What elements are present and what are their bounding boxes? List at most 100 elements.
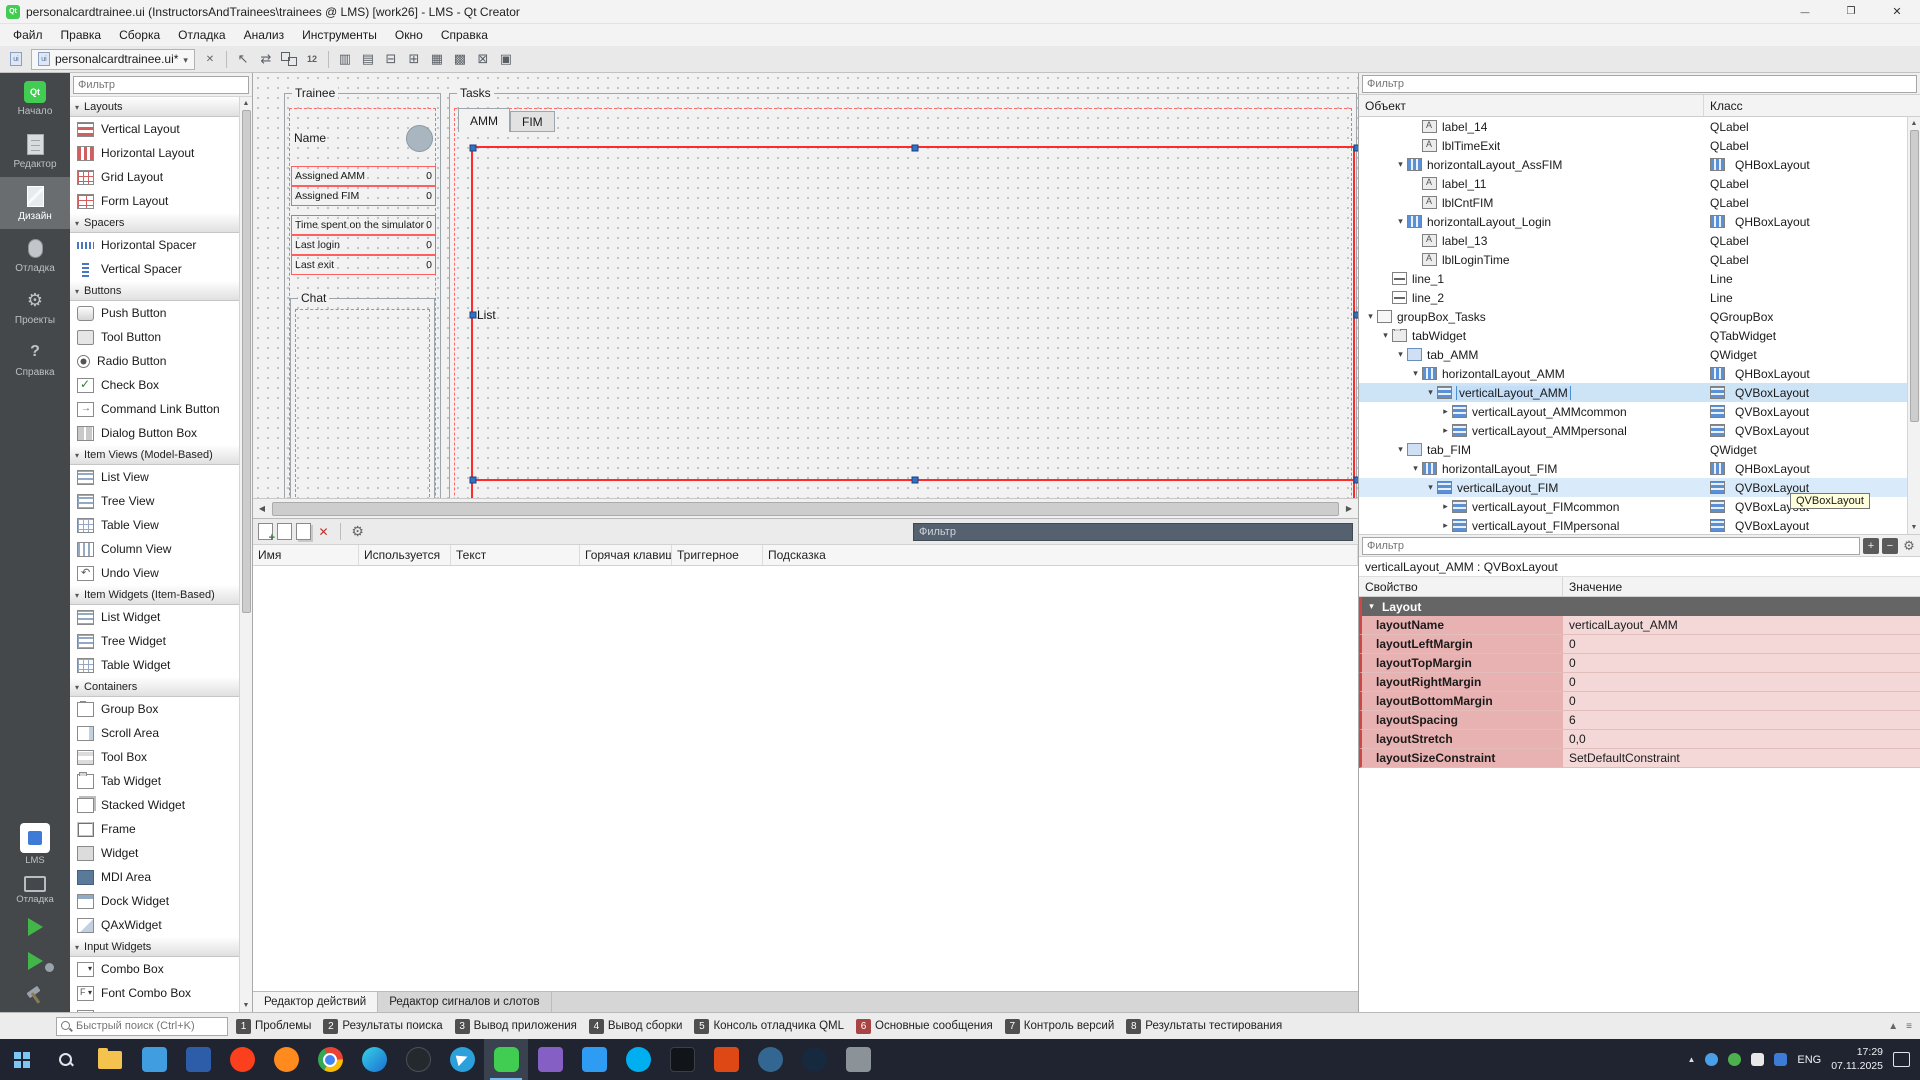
resize-handle[interactable]	[912, 145, 919, 152]
property-row-layoutspacing[interactable]: layoutSpacing6	[1359, 711, 1920, 730]
resize-handle[interactable]	[470, 477, 477, 484]
column-class[interactable]: Класс	[1704, 95, 1920, 116]
mode-edit[interactable]: Редактор	[0, 125, 70, 177]
widget-filter-input[interactable]	[73, 76, 249, 94]
twisty-icon[interactable]	[1424, 387, 1437, 398]
document-selector[interactable]: personalcardtrainee.ui*	[31, 49, 195, 70]
widget-dialog-button-box[interactable]: Dialog Button Box	[70, 421, 239, 445]
twisty-icon[interactable]	[1409, 368, 1422, 379]
twitter-x-button[interactable]	[660, 1039, 704, 1080]
twisty-icon[interactable]	[1439, 501, 1452, 512]
mail-app-button[interactable]	[132, 1039, 176, 1080]
output-pane-version-control[interactable]: 7Контроль версий	[1003, 1017, 1119, 1036]
column-object[interactable]: Объект	[1359, 95, 1704, 116]
taskbar-clock[interactable]: 17:29 07.11.2025	[1831, 1046, 1883, 1072]
widget-command-link-button[interactable]: Command Link Button	[70, 397, 239, 421]
avatar-placeholder[interactable]	[406, 125, 433, 152]
widget-table-view[interactable]: Table View	[70, 513, 239, 537]
widget-table-widget[interactable]: Table Widget	[70, 653, 239, 677]
mode-design[interactable]: Дизайн	[0, 177, 70, 229]
column-tooltip[interactable]: Подсказка	[763, 545, 1358, 565]
mode-projects[interactable]: Проекты	[0, 281, 70, 333]
close-document-button[interactable]	[199, 48, 221, 70]
widget-scroll-area[interactable]: Scroll Area	[70, 721, 239, 745]
tab-action-editor[interactable]: Редактор действий	[253, 992, 378, 1012]
widget-qaxwidget[interactable]: QAxWidget	[70, 913, 239, 937]
last-exit-row[interactable]: Last exit0	[291, 255, 436, 275]
tasks-group-box[interactable]: Tasks AMM FIM List Attached	[449, 93, 1357, 498]
edit-action-button[interactable]	[277, 523, 292, 540]
configure-property-editor-button[interactable]	[1901, 538, 1917, 554]
qt-creator-taskbar-button[interactable]	[484, 1039, 528, 1080]
category-buttons[interactable]: Buttons	[70, 281, 239, 301]
taskbar-search-button[interactable]	[44, 1039, 88, 1080]
inspector-row-verticallayout-ammpersonal[interactable]: verticalLayout_AMMpersonalQVBoxLayout	[1359, 421, 1907, 440]
property-row-layouttopmargin[interactable]: layoutTopMargin0	[1359, 654, 1920, 673]
column-name[interactable]: Имя	[253, 545, 359, 565]
twisty-icon[interactable]	[1409, 463, 1422, 474]
bluetooth-icon[interactable]	[1705, 1053, 1718, 1066]
inspector-row-horizontallayout-assfim[interactable]: horizontalLayout_AssFIMQHBoxLayout	[1359, 155, 1907, 174]
column-used[interactable]: Используется	[359, 545, 451, 565]
add-dynamic-property-button[interactable]: +	[1863, 538, 1879, 554]
inspector-row-tabwidget[interactable]: tabWidgetQTabWidget	[1359, 326, 1907, 345]
edit-widgets-tool[interactable]: ↖	[232, 48, 254, 70]
edit-signals-slots-tool[interactable]: ⇄	[255, 48, 277, 70]
layout-horizontal-splitter-button[interactable]: ⊟	[380, 48, 402, 70]
mode-help[interactable]: Справка	[0, 333, 70, 385]
vscode-button[interactable]	[572, 1039, 616, 1080]
property-row-layoutname[interactable]: layoutNameverticalLayout_AMM	[1359, 616, 1920, 635]
skype-button[interactable]	[616, 1039, 660, 1080]
file-explorer-button[interactable]	[88, 1039, 132, 1080]
widget-column-view[interactable]: Column View	[70, 537, 239, 561]
inspector-row-lblcntfim[interactable]: lblCntFIMQLabel	[1359, 193, 1907, 212]
widget-line-edit[interactable]: Line Edit	[70, 1005, 239, 1012]
rider-button[interactable]	[704, 1039, 748, 1080]
widget-tree-view[interactable]: Tree View	[70, 489, 239, 513]
widget-stacked-widget[interactable]: Stacked Widget	[70, 793, 239, 817]
visual-studio-button[interactable]	[528, 1039, 572, 1080]
yandex-browser-button[interactable]	[220, 1039, 264, 1080]
scroll-down-icon[interactable]: ▼	[1908, 521, 1920, 534]
language-indicator[interactable]: ENG	[1797, 1054, 1821, 1066]
tray-expand-icon[interactable]	[1687, 1055, 1695, 1064]
run-button[interactable]	[0, 910, 70, 944]
inspector-row-label-13[interactable]: label_13QLabel	[1359, 231, 1907, 250]
output-pane-problems[interactable]: 1Проблемы	[234, 1017, 315, 1036]
scroll-up-icon[interactable]: ▲	[1908, 117, 1920, 130]
widget-horizontal-layout[interactable]: Horizontal Layout	[70, 141, 239, 165]
adjust-size-button[interactable]: ▣	[495, 48, 517, 70]
copy-action-button[interactable]	[296, 523, 311, 540]
menu-edit[interactable]: Правка	[52, 24, 111, 46]
scrollbar-thumb[interactable]	[242, 110, 251, 613]
inspector-row-lbllogintime[interactable]: lblLoginTimeQLabel	[1359, 250, 1907, 269]
layout-horizontally-button[interactable]: ▥	[334, 48, 356, 70]
category-item-views[interactable]: Item Views (Model-Based)	[70, 445, 239, 465]
word-button[interactable]	[176, 1039, 220, 1080]
twisty-icon[interactable]	[1394, 444, 1407, 455]
inspector-row-horizontallayout-amm[interactable]: horizontalLayout_AMMQHBoxLayout	[1359, 364, 1907, 383]
inspector-row-verticallayout-ammcommon[interactable]: verticalLayout_AMMcommonQVBoxLayout	[1359, 402, 1907, 421]
column-property[interactable]: Свойство	[1359, 577, 1563, 596]
property-row-layoutrightmargin[interactable]: layoutRightMargin0	[1359, 673, 1920, 692]
inspector-row-horizontallayout-login[interactable]: horizontalLayout_LoginQHBoxLayout	[1359, 212, 1907, 231]
category-item-widgets[interactable]: Item Widgets (Item-Based)	[70, 585, 239, 605]
new-action-button[interactable]	[258, 523, 273, 540]
utility-app-button[interactable]	[836, 1039, 880, 1080]
start-button[interactable]	[0, 1039, 44, 1080]
property-row-layoutstretch[interactable]: layoutStretch0,0	[1359, 730, 1920, 749]
menu-analyze[interactable]: Анализ	[235, 24, 294, 46]
inspector-row-line-2[interactable]: line_2Line	[1359, 288, 1907, 307]
quick-search[interactable]	[56, 1017, 228, 1036]
scroll-down-icon[interactable]: ▼	[240, 999, 252, 1012]
group-title[interactable]: Trainee	[292, 86, 338, 100]
delete-action-button[interactable]	[315, 523, 332, 540]
widget-vertical-spacer[interactable]: Vertical Spacer	[70, 257, 239, 281]
quick-search-input[interactable]	[76, 1020, 224, 1032]
twisty-icon[interactable]	[1439, 520, 1452, 531]
widget-tree-widget[interactable]: Tree Widget	[70, 629, 239, 653]
layout-form-button[interactable]: ▦	[426, 48, 448, 70]
property-row-layoutleftmargin[interactable]: layoutLeftMargin0	[1359, 635, 1920, 654]
tab-fim[interactable]: FIM	[510, 111, 555, 132]
column-value[interactable]: Значение	[1563, 577, 1920, 596]
